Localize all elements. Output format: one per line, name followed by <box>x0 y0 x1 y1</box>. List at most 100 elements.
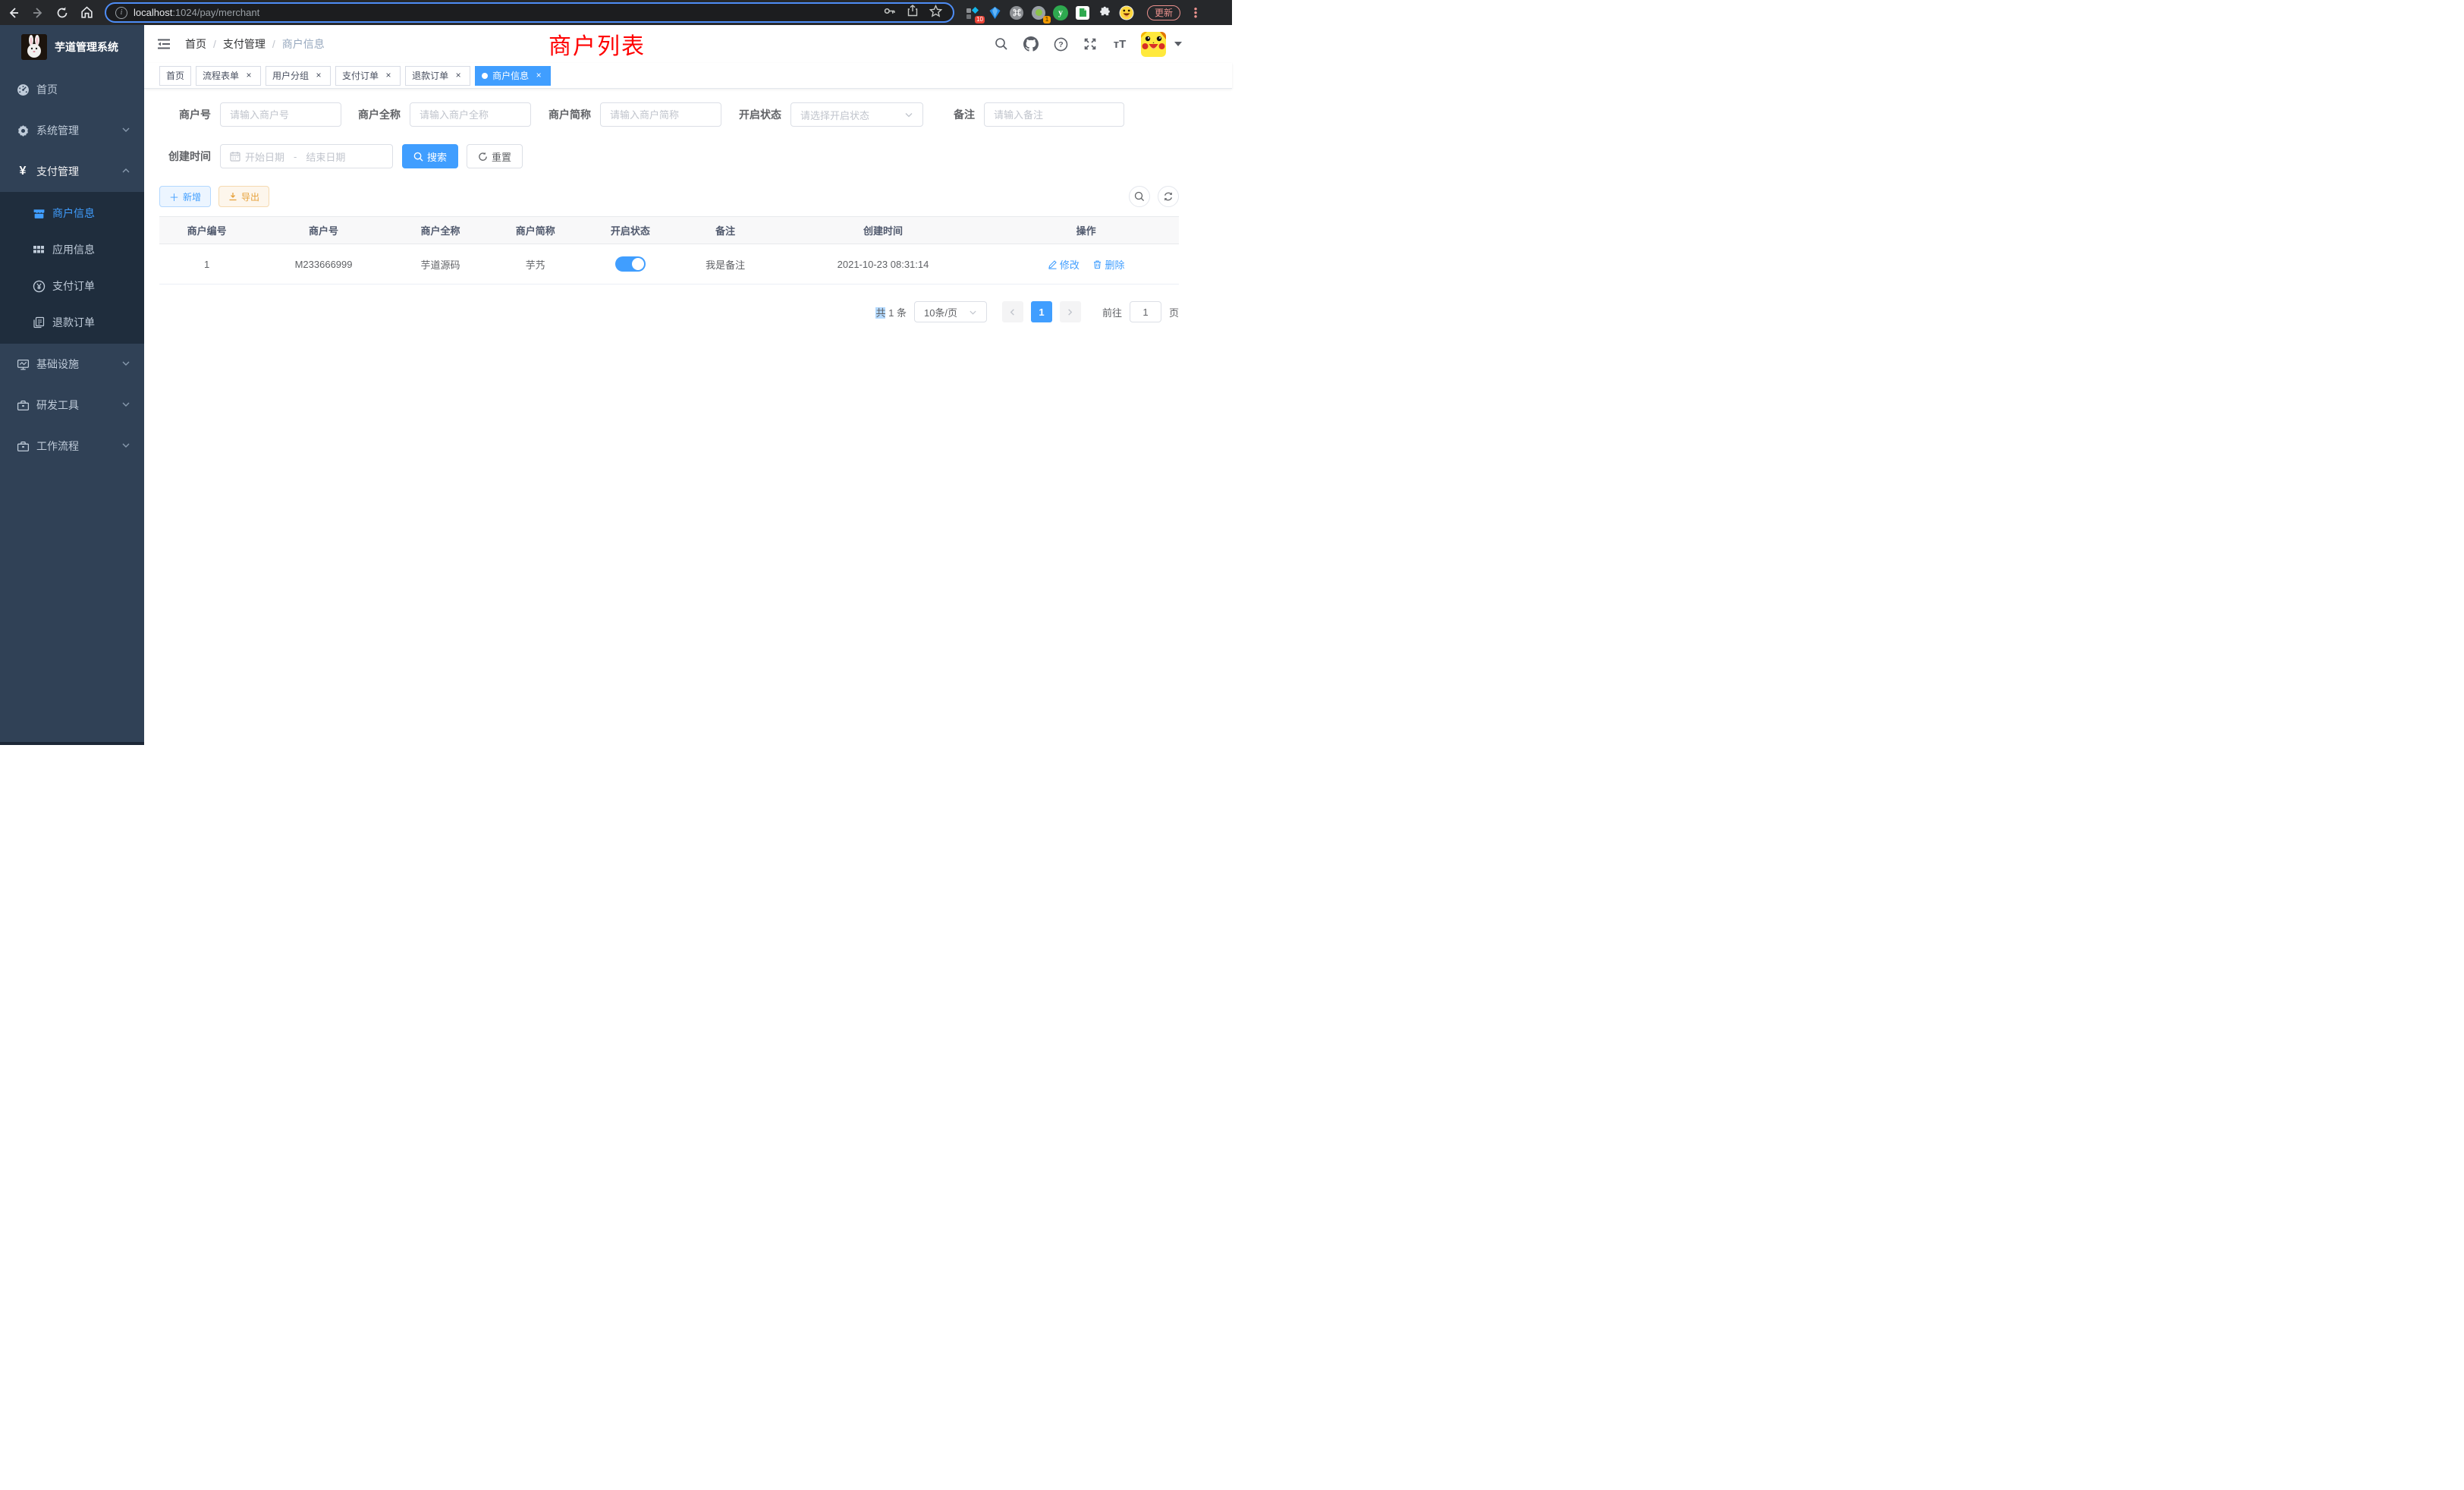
profile-emoji-icon[interactable] <box>1119 5 1134 20</box>
sidebar-item-app-info[interactable]: 应用信息 <box>0 231 144 268</box>
start-date-placeholder[interactable]: 开始日期 <box>245 149 284 164</box>
extension-command-icon[interactable] <box>1009 5 1024 20</box>
sidebar-item-infrastructure[interactable]: 基础设施 <box>0 344 144 385</box>
share-icon[interactable] <box>907 5 919 20</box>
add-button[interactable]: ＋ 新增 <box>159 186 211 207</box>
show-search-toggle-button[interactable] <box>1129 186 1150 207</box>
yen-icon: ¥ <box>16 165 30 178</box>
grid-icon <box>32 244 46 256</box>
extension-grid-icon[interactable]: 10 <box>965 5 980 20</box>
active-dot <box>482 73 488 79</box>
sidebar-item-dev-tools[interactable]: 研发工具 <box>0 385 144 426</box>
sidebar-collapse-icon[interactable] <box>156 36 171 52</box>
url-text[interactable]: localhost:1024/pay/merchant <box>134 7 883 18</box>
user-avatar[interactable] <box>1141 32 1166 57</box>
close-icon[interactable]: × <box>533 71 544 81</box>
browser-home-icon[interactable] <box>76 2 97 24</box>
table-header-row: 商户编号 商户号 商户全称 商户简称 开启状态 备注 创建时间 操作 <box>159 217 1179 244</box>
tab-home[interactable]: 首页 <box>159 66 191 86</box>
sidebar-item-system[interactable]: 系统管理 <box>0 110 144 151</box>
header-search-icon[interactable] <box>993 36 1010 52</box>
reset-button[interactable]: 重置 <box>467 144 523 168</box>
avatar-dropdown-caret-icon[interactable] <box>1174 42 1182 46</box>
fullscreen-icon[interactable] <box>1082 36 1098 52</box>
goto-page-input[interactable] <box>1130 301 1161 322</box>
extension-notif-badge: 1 <box>1043 16 1051 24</box>
sidebar-item-label: 商户信息 <box>52 206 95 221</box>
refresh-table-button[interactable] <box>1158 186 1179 207</box>
short-name-label: 商户简称 <box>548 107 600 122</box>
prev-page-button[interactable] <box>1002 301 1023 322</box>
page-size-select[interactable]: 10条/页 <box>914 301 987 322</box>
close-icon[interactable]: × <box>313 71 324 81</box>
full-name-input[interactable] <box>420 109 521 121</box>
close-icon[interactable]: × <box>244 71 254 81</box>
breadcrumb-current: 商户信息 <box>282 36 325 52</box>
site-info-icon[interactable]: i <box>115 7 127 19</box>
col-full-name: 商户全称 <box>393 217 488 244</box>
font-size-icon[interactable]: тT <box>1111 36 1128 52</box>
col-short-name: 商户简称 <box>488 217 583 244</box>
full-name-input-wrap <box>410 102 531 127</box>
tab-merchant-info[interactable]: 商户信息× <box>475 66 551 86</box>
close-icon[interactable]: × <box>453 71 464 81</box>
extension-y-icon[interactable]: y <box>1053 5 1068 20</box>
url-bar[interactable]: i localhost:1024/pay/merchant <box>105 2 954 23</box>
chevron-up-icon <box>121 165 130 178</box>
status-select[interactable]: 请选择开启状态 <box>790 102 923 127</box>
extension-note-icon[interactable] <box>1075 5 1090 20</box>
table-row: 1 M233666999 芋道源码 芋艿 我是备注 2021-10-23 08:… <box>159 244 1179 284</box>
app-logo-row[interactable]: 芋道管理系统 <box>0 25 144 69</box>
bookmark-star-icon[interactable] <box>929 5 942 21</box>
sidebar-item-merchant-info[interactable]: 商户信息 <box>0 195 144 231</box>
tab-user-group[interactable]: 用户分组× <box>266 66 331 86</box>
tab-pay-order[interactable]: 支付订单× <box>335 66 401 86</box>
sidebar-item-payment[interactable]: ¥ 支付管理 <box>0 151 144 192</box>
help-icon[interactable]: ? <box>1052 36 1069 52</box>
col-remark: 备注 <box>678 217 773 244</box>
browser-back-icon[interactable] <box>3 2 24 24</box>
extension-gem-icon[interactable] <box>987 5 1002 20</box>
status-toggle[interactable] <box>615 256 646 272</box>
end-date-placeholder[interactable]: 结束日期 <box>306 149 345 164</box>
cell-merchant-no: M233666999 <box>254 244 393 284</box>
export-button[interactable]: 导出 <box>218 186 269 207</box>
breadcrumb-payment[interactable]: 支付管理 <box>223 36 266 52</box>
password-key-icon[interactable] <box>883 5 896 21</box>
url-path: :1024/pay/merchant <box>172 7 259 18</box>
delete-link[interactable]: 删除 <box>1092 257 1124 272</box>
tab-refund-order[interactable]: 退款订单× <box>405 66 470 86</box>
short-name-input[interactable] <box>610 109 712 121</box>
breadcrumb-home[interactable]: 首页 <box>185 36 206 52</box>
browser-update-button[interactable]: 更新 <box>1147 5 1180 20</box>
browser-forward-icon[interactable] <box>27 2 49 24</box>
edit-pencil-icon <box>1048 259 1058 269</box>
sidebar-item-label: 支付订单 <box>52 278 95 294</box>
full-name-label: 商户全称 <box>358 107 410 122</box>
col-actions: 操作 <box>993 217 1179 244</box>
edit-link[interactable]: 修改 <box>1048 257 1080 272</box>
sidebar-item-pay-order[interactable]: 支付订单 <box>0 268 144 304</box>
create-time-range-picker[interactable]: 开始日期 - 结束日期 <box>220 144 393 168</box>
extension-notifier-icon[interactable]: 1 <box>1031 5 1046 20</box>
remark-input[interactable] <box>994 109 1114 121</box>
sidebar-item-refund-order[interactable]: 退款订单 <box>0 304 144 341</box>
merchant-no-input[interactable] <box>230 109 332 121</box>
github-icon[interactable] <box>1023 36 1039 52</box>
extensions-puzzle-icon[interactable] <box>1097 5 1112 20</box>
create-time-label: 创建时间 <box>159 149 220 164</box>
url-host: localhost <box>134 7 172 18</box>
search-button[interactable]: 搜索 <box>402 144 458 168</box>
browser-reload-icon[interactable] <box>52 2 73 24</box>
browser-menu-icon[interactable]: ••• <box>1192 7 1199 18</box>
sidebar-item-home[interactable]: 首页 <box>0 69 144 110</box>
page-number-1[interactable]: 1 <box>1031 301 1052 322</box>
dashboard-icon <box>16 83 30 96</box>
tab-process-form[interactable]: 流程表单× <box>196 66 261 86</box>
app-header: 首页 / 支付管理 / 商户信息 ? тT <box>144 25 1232 63</box>
sidebar-item-label: 系统管理 <box>36 123 79 138</box>
sidebar-item-workflow[interactable]: 工作流程 <box>0 426 144 467</box>
close-icon[interactable]: × <box>383 71 394 81</box>
next-page-button[interactable] <box>1060 301 1081 322</box>
chevron-down-icon <box>121 358 130 370</box>
